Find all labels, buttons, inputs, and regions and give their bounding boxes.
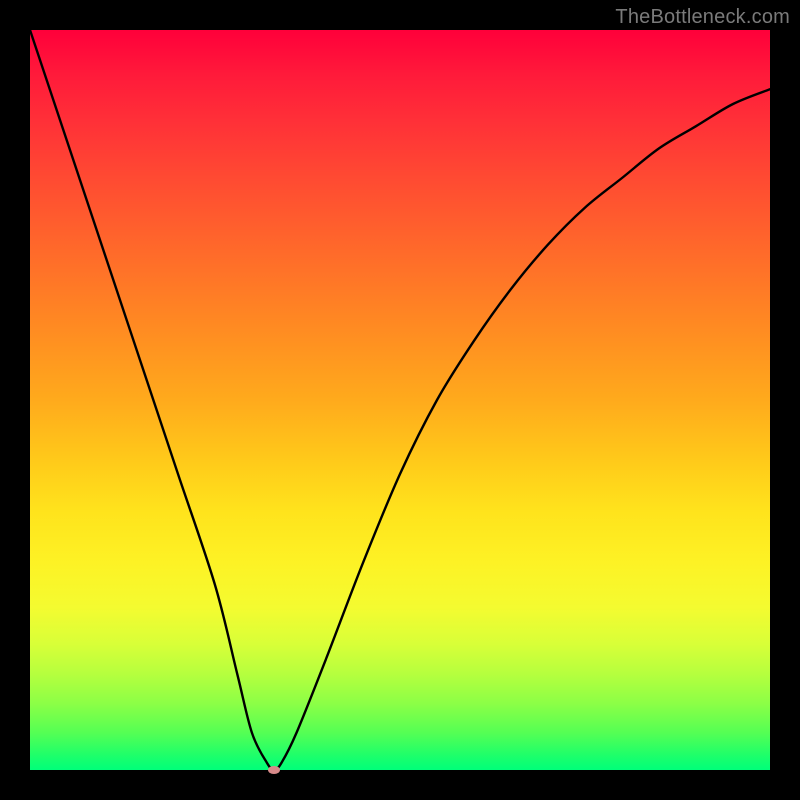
minimum-marker — [268, 766, 280, 774]
watermark-text: TheBottleneck.com — [615, 6, 790, 29]
chart-frame: TheBottleneck.com — [0, 0, 800, 800]
bottleneck-curve — [30, 30, 770, 770]
plot-area — [30, 30, 770, 770]
